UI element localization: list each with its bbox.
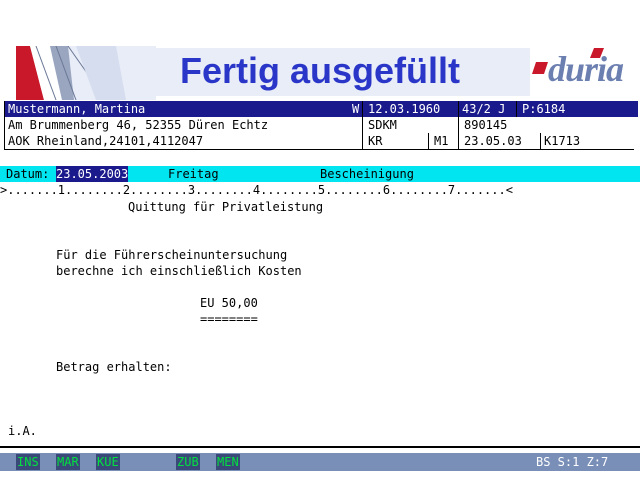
signature: i.A. (8, 424, 37, 438)
cursor-status: BS S:1 Z:7 (536, 455, 609, 469)
key-kue[interactable]: KUE (96, 454, 120, 470)
amount: EU 50,00 (200, 296, 258, 310)
divider (4, 101, 5, 149)
key-mar[interactable]: MAR (56, 454, 80, 470)
received-label: Betrag erhalten: (56, 360, 172, 374)
date-field[interactable]: 23.05.2003 (56, 166, 129, 182)
amount-underline: ======== (200, 312, 258, 326)
patient-header-row: Mustermann, Martina W 12.03.1960 43/2 J … (4, 101, 638, 117)
patient-insurance: AOK Rheinland,24101,4112047 (8, 134, 204, 148)
document-line: berechne ich einschließlich Kosten (56, 264, 302, 278)
patient-address: Am Brummenberg 46, 52355 Düren Echtz (8, 118, 269, 132)
patient-code1: SDKM (368, 118, 397, 132)
divider (362, 101, 363, 149)
patient-name: Mustermann, Martina (8, 102, 146, 116)
patient-sex: W (352, 102, 360, 116)
patient-field1: 890145 (464, 118, 508, 132)
patient-date2: 23.05.03 (464, 134, 522, 148)
document-type: Bescheinigung (320, 167, 414, 181)
patient-birthdate: 12.03.1960 (368, 102, 441, 116)
patient-field2: K1713 (544, 134, 581, 148)
divider (428, 133, 429, 149)
patient-code3: M1 (434, 134, 449, 148)
weekday: Freitag (168, 167, 219, 181)
document-info-bar: Datum: 23.05.2003 Freitag Bescheinigung (0, 166, 640, 182)
date-label: Datum: (6, 167, 50, 181)
status-divider (0, 446, 640, 448)
key-ins[interactable]: INS (16, 454, 40, 470)
patient-age: 43/2 J (462, 102, 506, 116)
ruler: >.......1........2........3........4....… (0, 182, 640, 198)
document-heading: Quittung für Privatleistung (128, 200, 324, 214)
document-line: Für die Führerscheinuntersuchung (56, 248, 288, 262)
patient-code2: KR (368, 134, 383, 148)
ruler-scale: >.......1........2........3........4....… (0, 183, 513, 197)
patient-number: P:6184 (522, 102, 566, 116)
divider (458, 101, 459, 149)
key-men[interactable]: MEN (216, 454, 240, 470)
status-bar: INS MAR KUE ZUB MEN BS S:1 Z:7 (0, 453, 640, 471)
key-zub[interactable]: ZUB (176, 454, 200, 470)
divider (516, 101, 517, 117)
divider (540, 133, 541, 149)
logo-text: duria (548, 49, 624, 89)
patient-details: Am Brummenberg 46, 52355 Düren Echtz SDK… (4, 101, 634, 150)
